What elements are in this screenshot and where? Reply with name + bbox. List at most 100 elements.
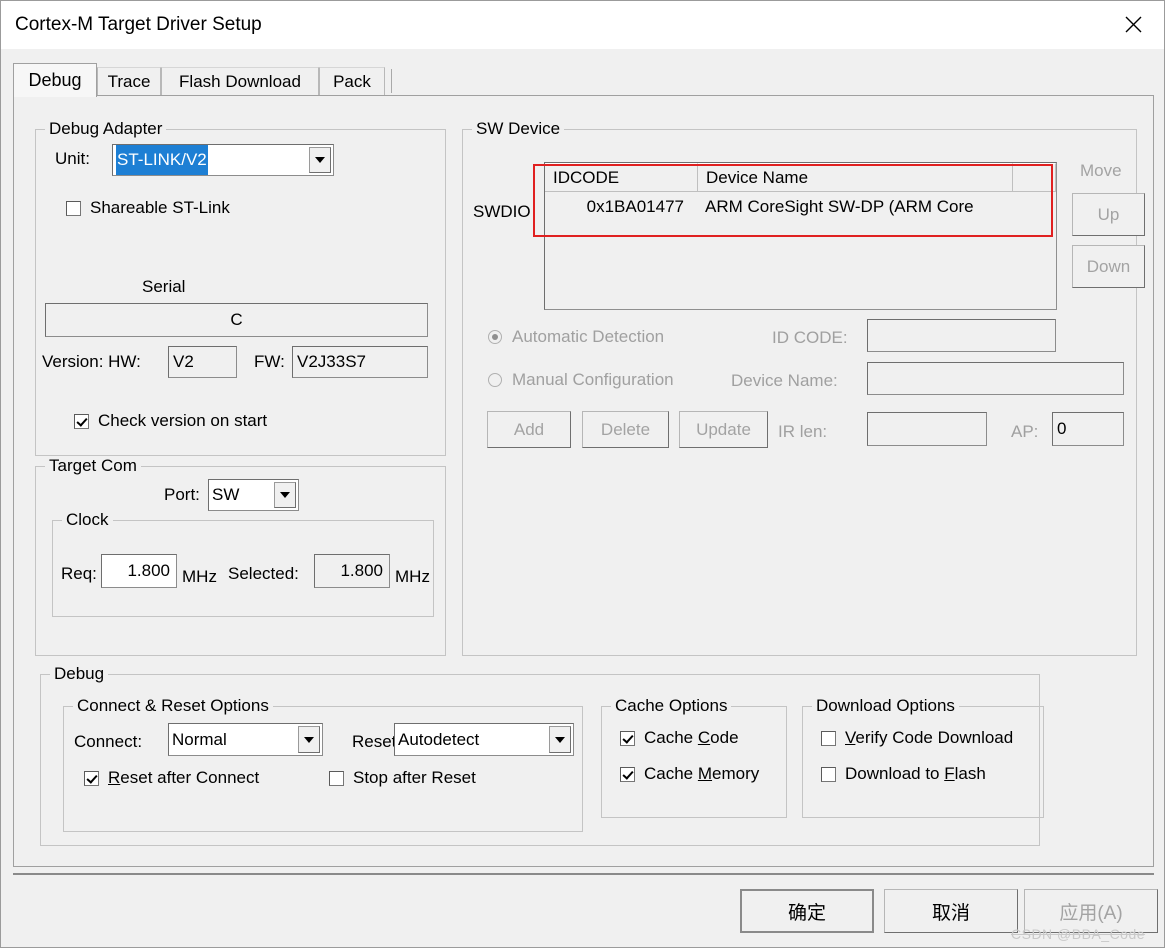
chevron-down-icon[interactable] <box>549 726 571 753</box>
cache-memory-label: Cache Memory <box>644 764 760 783</box>
swdio-label: SWDIO <box>473 202 531 221</box>
target-com-legend: Target Com <box>45 456 141 476</box>
chevron-down-icon[interactable] <box>298 726 320 753</box>
download-to-flash-label: Download to Flash <box>845 764 986 783</box>
title-bar: Cortex-M Target Driver Setup <box>1 1 1164 49</box>
connect-combo-value: Normal <box>172 729 227 749</box>
reset-after-connect-checkbox[interactable]: Reset after Connect <box>84 768 259 788</box>
debug-group: Debug Connect & Reset Options Connect: N… <box>40 664 1044 846</box>
serial-list[interactable]: C <box>45 303 428 337</box>
cache-code-label: Cache Code <box>644 728 739 747</box>
page-title: Cortex-M Target Driver Setup <box>15 14 262 35</box>
id-code-field[interactable] <box>867 319 1056 352</box>
id-code-label: ID CODE: <box>772 328 848 347</box>
shareable-st-link-label: Shareable ST-Link <box>90 198 230 217</box>
tab-trace[interactable]: Trace <box>97 67 161 95</box>
stop-after-reset-checkbox[interactable]: Stop after Reset <box>329 768 476 788</box>
verify-code-download-label: Verify Code Download <box>845 728 1014 747</box>
reset-after-connect-label-rest: eset after Connect <box>120 768 260 787</box>
download-options-group: Download Options Verify Code Download Do… <box>802 696 1044 818</box>
fw-version-field[interactable]: V2J33S7 <box>292 346 428 378</box>
debug-tab-panel: Debug Adapter Unit: ST-LINK/V2 Shareable… <box>13 95 1154 867</box>
chevron-down-icon[interactable] <box>309 147 331 173</box>
version-hw-label: Version: HW: <box>42 352 141 371</box>
unit-combo-value: ST-LINK/V2 <box>116 145 208 175</box>
tab-pack-label: Pack <box>333 71 371 91</box>
manual-configuration-radio[interactable]: Manual Configuration <box>488 370 674 390</box>
add-button[interactable]: Add <box>487 411 571 448</box>
column-header-spacer <box>1013 163 1056 191</box>
tab-flash-download[interactable]: Flash Download <box>161 67 319 95</box>
target-com-group: Target Com Port: SW Clock Req: 1.800 MHz… <box>35 456 446 656</box>
column-header-idcode[interactable]: IDCODE <box>545 163 698 191</box>
unit-combo[interactable]: ST-LINK/V2 <box>112 144 334 176</box>
shareable-st-link-checkbox[interactable]: Shareable ST-Link <box>66 198 230 218</box>
connect-reset-options-group: Connect & Reset Options Connect: Normal … <box>63 696 583 832</box>
stop-after-reset-label: Stop after Reset <box>353 768 476 787</box>
tab-pack[interactable]: Pack <box>319 67 385 95</box>
stop-after-reset-checkbox-box <box>329 770 344 786</box>
selected-unit-label: MHz <box>395 567 430 586</box>
ap-field[interactable]: 0 <box>1052 412 1124 446</box>
device-name-label: Device Name: <box>731 371 838 390</box>
check-version-on-start-checkbox-box <box>74 413 89 429</box>
device-name-field[interactable] <box>867 362 1124 395</box>
automatic-detection-radio-box <box>488 330 502 344</box>
req-clock-input[interactable]: 1.800 <box>101 554 177 588</box>
cell-idcode: 0x1BA01477 <box>586 197 684 216</box>
serial-label: Serial <box>142 277 186 296</box>
download-to-flash-checkbox[interactable]: Download to Flash <box>821 764 986 784</box>
manual-configuration-label: Manual Configuration <box>512 370 674 389</box>
debug-group-legend: Debug <box>50 664 109 684</box>
connect-combo[interactable]: Normal <box>168 723 323 756</box>
cache-code-checkbox[interactable]: Cache Code <box>620 728 739 748</box>
cell-device-name: ARM CoreSight SW-DP (ARM Core <box>705 197 974 216</box>
debug-adapter-legend: Debug Adapter <box>45 119 167 139</box>
table-row[interactable]: 0x1BA01477 ARM CoreSight SW-DP (ARM Core <box>545 192 1056 222</box>
reset-after-connect-label: Reset after Connect <box>108 768 260 787</box>
check-version-on-start-checkbox[interactable]: Check version on start <box>74 411 267 431</box>
tab-debug[interactable]: Debug <box>13 63 97 97</box>
update-button[interactable]: Update <box>679 411 768 448</box>
port-combo[interactable]: SW <box>208 479 299 511</box>
reset-combo[interactable]: Autodetect <box>394 723 574 756</box>
download-to-flash-checkbox-box <box>821 766 836 782</box>
tab-divider <box>391 69 392 93</box>
manual-configuration-radio-box <box>488 373 502 387</box>
cache-memory-checkbox[interactable]: Cache Memory <box>620 764 759 784</box>
ok-button[interactable]: 确定 <box>740 889 874 933</box>
tab-strip: Debug Trace Flash Download Pack <box>13 63 1154 97</box>
automatic-detection-label: Automatic Detection <box>512 327 665 346</box>
download-options-legend: Download Options <box>812 696 959 716</box>
req-label: Req: <box>61 564 97 583</box>
sw-device-legend: SW Device <box>472 119 565 139</box>
tab-debug-label: Debug <box>28 70 82 90</box>
automatic-detection-radio[interactable]: Automatic Detection <box>488 327 664 347</box>
tab-trace-label: Trace <box>107 71 151 91</box>
port-combo-value: SW <box>212 485 240 504</box>
move-down-button[interactable]: Down <box>1072 245 1145 288</box>
verify-code-download-checkbox[interactable]: Verify Code Download <box>821 728 1013 748</box>
sw-device-table[interactable]: IDCODE Device Name 0x1BA01477 ARM CoreSi… <box>544 162 1057 310</box>
ir-len-field[interactable] <box>867 412 987 446</box>
selected-clock-field: 1.800 <box>314 554 390 588</box>
reset-after-connect-checkbox-box <box>84 770 99 786</box>
watermark: CSDN @BBA_Code <box>1011 926 1146 942</box>
tab-flash-download-label: Flash Download <box>179 71 301 91</box>
cancel-button[interactable]: 取消 <box>884 889 1018 933</box>
cache-memory-checkbox-box <box>620 766 635 782</box>
move-up-button[interactable]: Up <box>1072 193 1145 236</box>
close-icon[interactable] <box>1100 1 1164 47</box>
reset-combo-value: Autodetect <box>398 729 480 749</box>
chevron-down-icon[interactable] <box>274 482 296 508</box>
port-label: Port: <box>164 485 200 504</box>
connect-label: Connect: <box>74 732 143 751</box>
debug-adapter-group: Debug Adapter Unit: ST-LINK/V2 Shareable… <box>35 119 446 456</box>
delete-button[interactable]: Delete <box>582 411 669 448</box>
move-label: Move <box>1080 161 1122 180</box>
ir-len-label: IR len: <box>778 422 828 441</box>
cache-options-group: Cache Options Cache Code Cache Memory <box>601 696 787 818</box>
hw-version-field[interactable]: V2 <box>168 346 237 378</box>
cache-options-legend: Cache Options <box>611 696 732 716</box>
column-header-device-name[interactable]: Device Name <box>698 163 1013 191</box>
